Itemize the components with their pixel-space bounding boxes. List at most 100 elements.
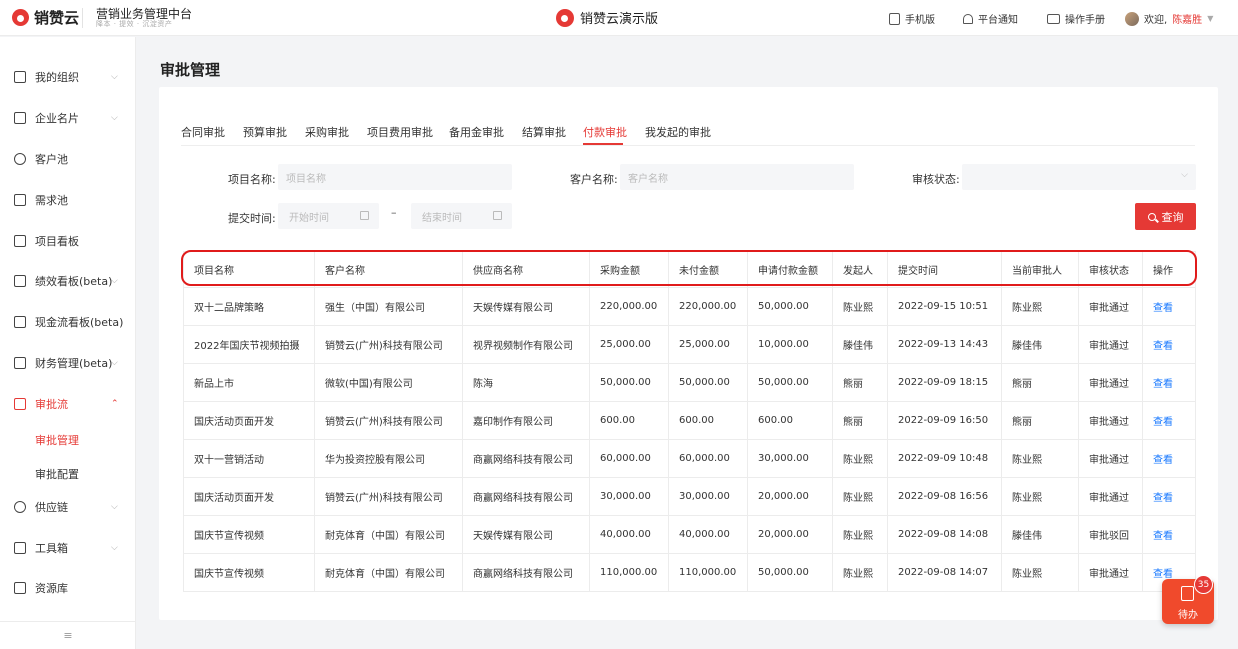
table-cell: 110,000.00 <box>589 553 669 592</box>
review-status-select[interactable]: ⌵ <box>962 164 1196 190</box>
table-cell: 陈业熙 <box>832 287 888 326</box>
sidebar-item-company-card[interactable]: 企业名片 ⌵ <box>0 106 136 130</box>
table-cell: 60,000.00 <box>589 439 669 478</box>
table-cell: 审批通过 <box>1078 477 1143 516</box>
date-range-separator: – <box>391 206 397 219</box>
tab-purchase[interactable]: 采购审批 <box>305 124 349 140</box>
tab-petty-cash[interactable]: 备用金审批 <box>449 124 504 140</box>
yen-icon <box>14 316 26 328</box>
table-cell: 视界视频制作有限公司 <box>462 325 590 364</box>
sidebar-subitem-approval-management[interactable]: 审批管理 <box>35 432 79 448</box>
table-cell: 审批通过 <box>1078 439 1143 478</box>
view-link[interactable]: 查看 <box>1142 363 1196 402</box>
view-link[interactable]: 查看 <box>1142 439 1196 478</box>
app-subtitle: 降本 · 提效 · 沉淀资产 <box>96 20 173 28</box>
view-link[interactable]: 查看 <box>1142 287 1196 326</box>
table-cell: 国庆活动页面开发 <box>183 401 315 440</box>
view-link[interactable]: 查看 <box>1142 401 1196 440</box>
column-header: 项目名称 <box>183 251 315 288</box>
sidebar-item-toolbox[interactable]: 工具箱 ⌵ <box>0 536 136 560</box>
username: 陈嘉胜 <box>1172 15 1203 26</box>
table-cell: 新品上市 <box>183 363 315 402</box>
table-cell: 审批通过 <box>1078 553 1143 592</box>
sidebar-subitem-approval-config[interactable]: 审批配置 <box>35 466 79 482</box>
view-link[interactable]: 查看 <box>1142 515 1196 554</box>
table-cell: 2022-09-08 14:07 <box>887 553 1002 592</box>
chevron-up-icon: ⌃ <box>111 399 119 409</box>
table-cell: 滕佳伟 <box>1001 325 1079 364</box>
sidebar-item-demand-pool[interactable]: 需求池 <box>0 188 136 212</box>
table-cell: 强生（中国）有限公司 <box>314 287 463 326</box>
table-cell: 商赢网络科技有限公司 <box>462 553 590 592</box>
column-header: 审核状态 <box>1078 251 1143 288</box>
avatar <box>1125 11 1139 26</box>
view-link[interactable]: 查看 <box>1142 325 1196 364</box>
table-cell: 30,000.00 <box>668 477 748 516</box>
sidebar-item-approval-flow[interactable]: 审批流 ⌃ <box>0 392 136 416</box>
tab-contract[interactable]: 合同审批 <box>181 124 225 140</box>
table-cell: 2022-09-09 16:50 <box>887 401 1002 440</box>
wallet-icon <box>14 357 26 369</box>
table-cell: 50,000.00 <box>589 363 669 402</box>
table-cell: 国庆节宣传视频 <box>183 553 315 592</box>
table-cell: 审批通过 <box>1078 363 1143 402</box>
end-date-input[interactable]: 结束时间 <box>411 203 512 229</box>
tab-payment[interactable]: 付款审批 <box>583 124 627 140</box>
logo[interactable]: 销赞云 <box>12 7 79 28</box>
project-name-label: 项目名称: <box>228 173 276 186</box>
platform-notify-link[interactable]: 平台通知 <box>963 11 1018 26</box>
center-logo-icon <box>556 8 574 27</box>
table-cell: 陈业熙 <box>832 439 888 478</box>
table-cell: 审批驳回 <box>1078 515 1143 554</box>
sidebar-item-resource-library[interactable]: 资源库 <box>0 576 136 600</box>
top-bar: 销赞云 营销业务管理中台 降本 · 提效 · 沉淀资产 销赞云演示版 手机版 平… <box>0 0 1238 36</box>
table-row: 国庆活动页面开发 销赞云(广州)科技有限公司 商赢网络科技有限公司 30,000.00… <box>183 477 1196 516</box>
start-date-input[interactable]: 开始时间 <box>278 203 379 229</box>
sidebar-item-cashflow-board[interactable]: 现金流看板(beta) ⌵ <box>0 310 136 334</box>
table-cell: 50,000.00 <box>668 363 748 402</box>
table-cell: 2022-09-13 14:43 <box>887 325 1002 364</box>
table-cell: 40,000.00 <box>589 515 669 554</box>
payment-approval-table: 项目名称 客户名称 供应商名称 采购金额 未付金额 申请付款金额 发起人 提交时… <box>183 251 1196 592</box>
table-cell: 微软(中国)有限公司 <box>314 363 463 402</box>
sidebar-item-finance[interactable]: 财务管理(beta) ⌵ <box>0 351 136 375</box>
table-cell: 国庆节宣传视频 <box>183 515 315 554</box>
mobile-version-link[interactable]: 手机版 <box>889 11 935 26</box>
tab-budget[interactable]: 预算审批 <box>243 124 287 140</box>
manual-link[interactable]: 操作手册 <box>1047 11 1105 26</box>
sidebar-collapse-button[interactable]: ≡ <box>0 621 136 649</box>
customer-name-input[interactable]: 客户名称 <box>620 164 854 190</box>
search-icon <box>1147 212 1156 221</box>
sidebar-item-organization[interactable]: 我的组织 ⌵ <box>0 65 136 89</box>
sidebar-item-customer-pool[interactable]: 客户池 <box>0 147 136 171</box>
table-row: 国庆节宣传视频 耐克体育（中国）有限公司 商赢网络科技有限公司 110,000.00 1… <box>183 553 1196 592</box>
view-link[interactable]: 查看 <box>1142 477 1196 516</box>
table-cell: 30,000.00 <box>747 439 833 478</box>
sidebar-item-label: 客户池 <box>35 153 68 166</box>
table-cell: 双十二品牌策略 <box>183 287 315 326</box>
sidebar-item-performance-board[interactable]: 绩效看板(beta) ⌵ <box>0 269 136 293</box>
table-cell: 2022年国庆节视频拍摄 <box>183 325 315 364</box>
todo-count-badge: 35 <box>1194 575 1213 594</box>
project-name-input[interactable]: 项目名称 <box>278 164 512 190</box>
sidebar-item-supply-chain[interactable]: 供应链 ⌵ <box>0 495 136 519</box>
tab-settlement[interactable]: 结算审批 <box>522 124 566 140</box>
query-button[interactable]: 查询 <box>1135 203 1196 230</box>
chart-icon <box>14 275 26 287</box>
table-row: 双十一营销活动 华为投资控股有限公司 商赢网络科技有限公司 60,000.00 60,0… <box>183 439 1196 478</box>
chevron-down-icon: ⌵ <box>111 72 118 82</box>
sidebar-item-project-board[interactable]: 项目看板 <box>0 229 136 253</box>
tab-initiated-by-me[interactable]: 我发起的审批 <box>645 124 711 140</box>
table-cell: 国庆活动页面开发 <box>183 477 315 516</box>
sidebar-item-label: 我的组织 <box>35 71 79 84</box>
table-cell: 耐克体育（中国）有限公司 <box>314 553 463 592</box>
table-cell: 商赢网络科技有限公司 <box>462 477 590 516</box>
todo-label: 待办 <box>1178 610 1198 621</box>
table-row: 双十二品牌策略 强生（中国）有限公司 天娱传媒有限公司 220,000.00 220,0… <box>183 287 1196 326</box>
tab-project-expense[interactable]: 项目费用审批 <box>367 124 433 140</box>
phone-icon <box>889 12 900 25</box>
table-cell: 耐克体育（中国）有限公司 <box>314 515 463 554</box>
user-menu[interactable]: 欢迎, 陈嘉胜 ▼ <box>1125 11 1213 26</box>
table-cell: 60,000.00 <box>668 439 748 478</box>
table-cell: 商赢网络科技有限公司 <box>462 439 590 478</box>
